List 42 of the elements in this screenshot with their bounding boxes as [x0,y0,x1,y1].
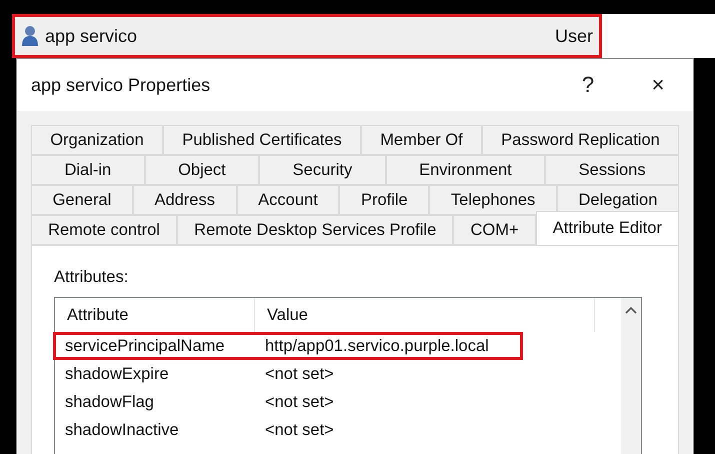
attribute-value: <not set> [264,420,335,440]
tab[interactable]: General [31,185,133,215]
attribute-row[interactable]: servicePrincipalName http/app01.servico.purple.local [53,332,523,360]
tab[interactable]: Dial-in [31,155,145,185]
column-header[interactable]: Attribute [55,298,255,332]
attribute-row[interactable]: shadowExpire <not set> [53,360,523,388]
user-icon [21,25,39,47]
tab[interactable]: Security [259,155,386,185]
tab[interactable]: Remote control [31,215,178,245]
attributes-label: Attributes: [54,268,130,287]
tab[interactable]: Profile [339,185,430,215]
attribute-row[interactable]: shadowFlag <not set> [53,388,523,416]
tab[interactable]: Telephones [429,185,557,215]
tab[interactable]: Member Of [360,125,482,155]
close-button[interactable]: × [623,59,693,111]
dialog-title: app servico Properties [31,74,212,96]
tab[interactable]: COM+ [453,215,536,245]
attribute-value: <not set> [264,392,335,412]
attribute-value: <not set> [264,364,335,384]
scroll-up-icon[interactable] [625,306,637,314]
user-name: app servico [45,26,138,46]
attribute-value: http/app01.servico.purple.local [264,336,490,356]
tab[interactable]: Remote Desktop Services Profile [177,215,454,245]
tab[interactable]: Password Replication [482,125,680,155]
tab[interactable]: Account [236,185,340,215]
tab[interactable]: Environment [386,155,546,185]
object-type: User [554,26,593,46]
attribute-name: shadowInactive [64,420,180,440]
tab[interactable]: Object [144,155,260,185]
attribute-name: shadowFlag [64,392,155,412]
tab[interactable]: Sessions [545,155,680,185]
user-list-row[interactable]: app servico User [12,14,602,58]
attribute-name: servicePrincipalName [64,336,226,356]
attribute-name: shadowExpire [64,364,170,384]
tab[interactable]: Address [132,185,237,215]
tab[interactable]: Published Certificates [162,125,361,155]
tab[interactable]: Attribute Editor [536,211,680,245]
attribute-row[interactable]: shadowInactive <not set> [53,416,523,444]
help-button[interactable]: ? [553,59,623,111]
tab[interactable]: Organization [31,125,163,155]
column-header[interactable]: Value [255,298,595,332]
scrollbar[interactable] [621,298,641,454]
